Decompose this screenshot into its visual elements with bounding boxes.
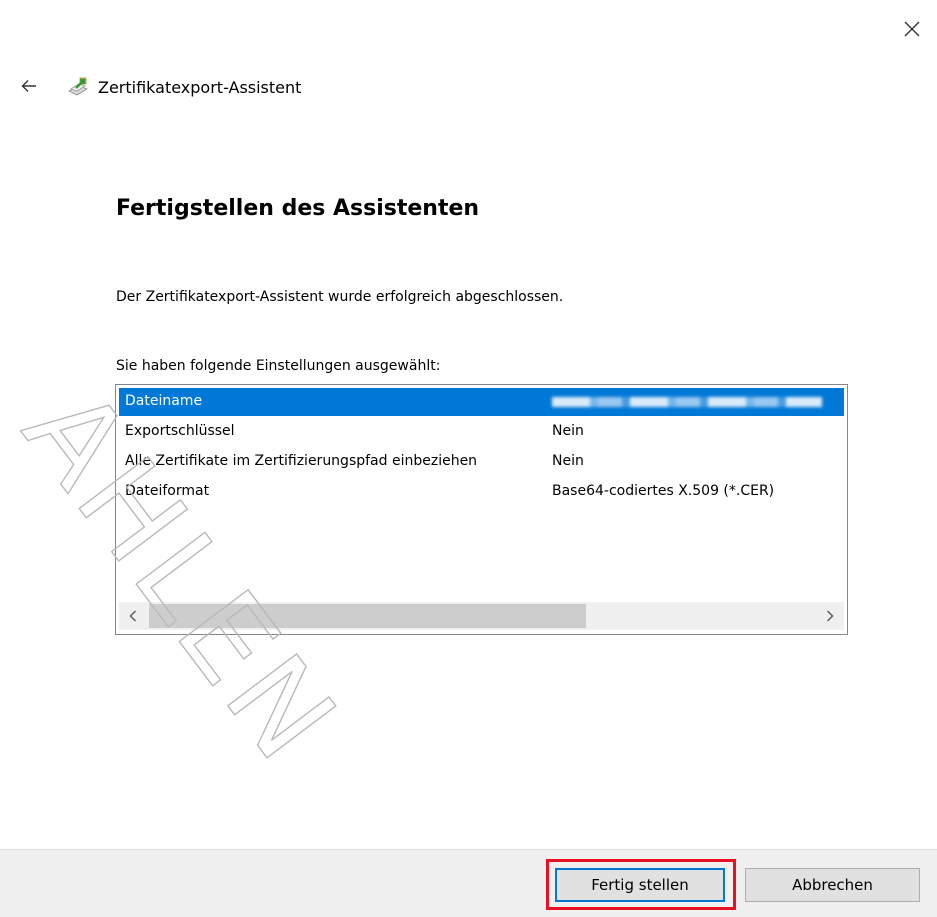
settings-list[interactable]: Dateiname Exportschlüssel Nein Alle Zert… <box>115 384 848 635</box>
scroll-left-button[interactable] <box>119 602 147 630</box>
setting-key: Alle Zertifikate im Zertifizierungspfad … <box>125 453 478 469</box>
cancel-button[interactable]: Abbrechen <box>745 868 920 902</box>
chevron-right-icon <box>826 607 834 626</box>
setting-key: Dateiformat <box>125 483 210 499</box>
setting-value-redacted <box>552 393 822 411</box>
back-arrow-icon <box>21 78 37 97</box>
page-heading: Fertigstellen des Assistenten <box>116 196 480 221</box>
back-button[interactable] <box>14 72 44 102</box>
close-icon <box>904 21 920 41</box>
scroll-right-button[interactable] <box>816 602 844 630</box>
setting-key: Exportschlüssel <box>125 423 235 439</box>
list-item[interactable]: Dateiformat Base64-codiertes X.509 (*.CE… <box>119 478 844 506</box>
setting-key: Dateiname <box>125 393 203 409</box>
scrollbar-thumb[interactable] <box>149 604 586 628</box>
list-item[interactable]: Exportschlüssel Nein <box>119 418 844 446</box>
close-button[interactable] <box>897 16 927 46</box>
setting-value: Nein <box>552 453 584 469</box>
title-bar: Zertifikatexport-Assistent <box>14 72 301 102</box>
completion-message: Der Zertifikatexport-Assistent wurde erf… <box>116 289 564 305</box>
setting-value: Base64-codiertes X.509 (*.CER) <box>552 483 775 499</box>
list-item[interactable]: Dateiname <box>119 388 844 416</box>
list-item[interactable]: Alle Zertifikate im Zertifizierungspfad … <box>119 448 844 476</box>
certificate-wizard-icon <box>66 75 90 99</box>
horizontal-scrollbar[interactable] <box>119 602 844 630</box>
setting-value: Nein <box>552 423 584 439</box>
chevron-left-icon <box>129 607 137 626</box>
finish-button[interactable]: Fertig stellen <box>555 868 725 902</box>
window-title: Zertifikatexport-Assistent <box>98 77 302 97</box>
settings-list-label: Sie haben folgende Einstellungen ausgewä… <box>116 358 441 374</box>
